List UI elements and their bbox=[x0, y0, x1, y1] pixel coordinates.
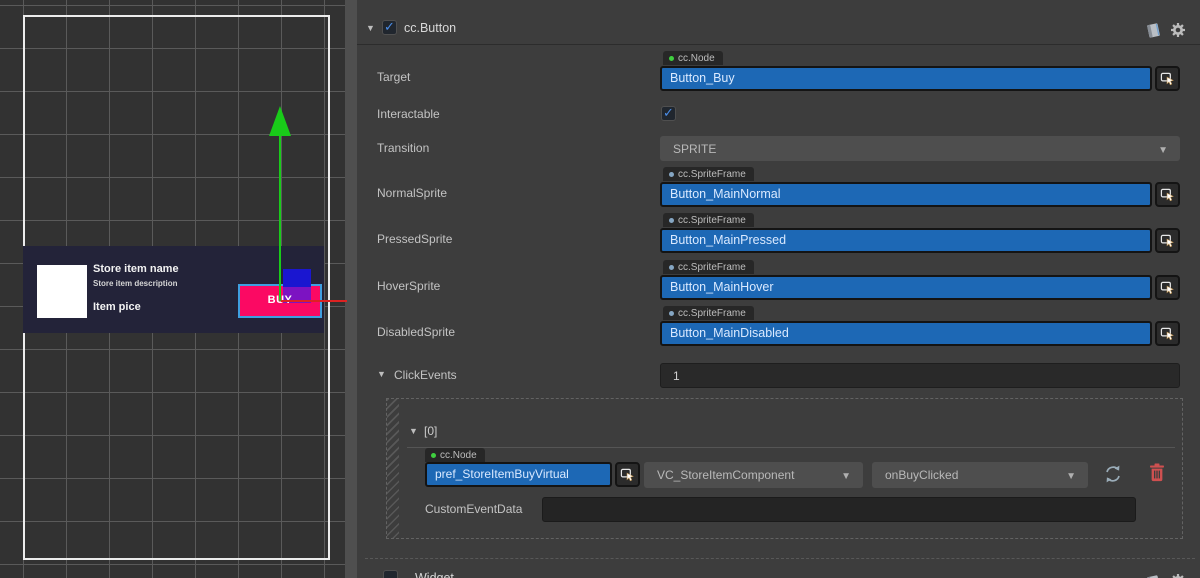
label-normal-sprite: NormalSprite bbox=[377, 186, 447, 200]
overlay-blue-rect bbox=[283, 269, 311, 287]
next-component-enabled-checkbox[interactable] bbox=[383, 570, 398, 578]
cocos-editor: Store item name Store item description I… bbox=[0, 0, 1200, 578]
node-type-dot-icon bbox=[431, 453, 436, 458]
item-price-text: Item pice bbox=[93, 301, 141, 313]
label-pressed-sprite: PressedSprite bbox=[377, 232, 452, 246]
type-tag-text: cc.SpriteFrame bbox=[678, 169, 746, 180]
spriteframe-type-dot-icon bbox=[669, 311, 674, 316]
spriteframe-type-dot-icon bbox=[669, 172, 674, 177]
event-collapse-arrow-icon[interactable] bbox=[409, 426, 418, 436]
gizmo-y-axis-handle[interactable] bbox=[279, 136, 281, 301]
label-custom-event-data: CustomEventData bbox=[425, 502, 522, 516]
spriteframe-type-dot-icon bbox=[669, 218, 674, 223]
store-item-description-text: Store item description bbox=[93, 279, 177, 288]
type-tag-spriteframe: cc.SpriteFrame bbox=[663, 213, 754, 227]
scene-view[interactable]: Store item name Store item description I… bbox=[0, 0, 347, 578]
event-handler-value: onBuyClicked bbox=[885, 468, 958, 482]
gear-icon[interactable] bbox=[1170, 573, 1187, 578]
type-tag-text: cc.Node bbox=[440, 450, 477, 461]
type-tag-text: cc.Node bbox=[678, 53, 715, 64]
disabled-sprite-field[interactable]: Button_MainDisabled bbox=[660, 321, 1180, 346]
component-enabled-checkbox[interactable] bbox=[382, 20, 397, 35]
target-reference-field[interactable]: Button_Buy bbox=[660, 66, 1180, 91]
click-event-0-group: [0] cc.Node pref_StoreItemBuyVirtual VC_… bbox=[386, 398, 1183, 539]
disabled-sprite-value[interactable]: Button_MainDisabled bbox=[660, 321, 1152, 346]
inspector-panel: cc.Button Target cc.Node Button_Buy Inte… bbox=[357, 0, 1200, 578]
chevron-down-icon bbox=[1066, 468, 1076, 482]
node-picker-button[interactable] bbox=[615, 462, 640, 487]
normal-sprite-value[interactable]: Button_MainNormal bbox=[660, 182, 1152, 207]
event-separator bbox=[407, 447, 1175, 448]
hover-sprite-field[interactable]: Button_MainHover bbox=[660, 275, 1180, 300]
store-item-name-text: Store item name bbox=[93, 263, 179, 275]
label-transition: Transition bbox=[377, 141, 429, 155]
event-handler-select[interactable]: onBuyClicked bbox=[872, 462, 1088, 488]
label-hover-sprite: HoverSprite bbox=[377, 279, 440, 293]
chevron-down-icon bbox=[841, 468, 851, 482]
pressed-sprite-value[interactable]: Button_MainPressed bbox=[660, 228, 1152, 253]
chevron-down-icon bbox=[1158, 142, 1168, 156]
label-interactable: Interactable bbox=[377, 107, 440, 121]
normal-sprite-field[interactable]: Button_MainNormal bbox=[660, 182, 1180, 207]
type-tag-spriteframe: cc.SpriteFrame bbox=[663, 167, 754, 181]
interactable-checkbox[interactable] bbox=[661, 106, 676, 121]
target-value[interactable]: Button_Buy bbox=[660, 66, 1152, 91]
pressed-sprite-field[interactable]: Button_MainPressed bbox=[660, 228, 1180, 253]
spriteframe-picker-button[interactable] bbox=[1155, 321, 1180, 346]
next-component-title: Widget bbox=[415, 571, 454, 578]
spriteframe-picker-button[interactable] bbox=[1155, 182, 1180, 207]
type-tag-text: cc.SpriteFrame bbox=[678, 308, 746, 319]
label-disabled-sprite: DisabledSprite bbox=[377, 325, 455, 339]
click-events-count: 1 bbox=[673, 369, 680, 383]
type-tag-text: cc.SpriteFrame bbox=[678, 215, 746, 226]
label-target: Target bbox=[377, 70, 410, 84]
gear-icon[interactable] bbox=[1170, 22, 1187, 39]
gizmo-y-axis-arrowhead[interactable] bbox=[269, 106, 291, 136]
event-node-value[interactable]: pref_StoreItemBuyVirtual bbox=[425, 462, 612, 487]
docs-book-icon[interactable] bbox=[1145, 574, 1162, 578]
type-tag-spriteframe: cc.SpriteFrame bbox=[663, 306, 754, 320]
type-tag-node: cc.Node bbox=[663, 51, 723, 65]
panel-splitter[interactable] bbox=[345, 0, 357, 578]
clickevents-collapse-arrow-icon[interactable] bbox=[377, 369, 386, 379]
click-events-count-field[interactable]: 1 bbox=[660, 363, 1180, 388]
event-component-select[interactable]: VC_StoreItemComponent bbox=[644, 462, 863, 488]
type-tag-node: cc.Node bbox=[425, 448, 485, 462]
component-title: cc.Button bbox=[404, 21, 456, 35]
hover-sprite-value[interactable]: Button_MainHover bbox=[660, 275, 1152, 300]
docs-book-icon[interactable] bbox=[1145, 22, 1162, 39]
event-index-label: [0] bbox=[424, 424, 437, 438]
spriteframe-picker-button[interactable] bbox=[1155, 275, 1180, 300]
spriteframe-picker-button[interactable] bbox=[1155, 228, 1180, 253]
node-type-dot-icon bbox=[669, 56, 674, 61]
type-tag-spriteframe: cc.SpriteFrame bbox=[663, 260, 754, 274]
refresh-icon[interactable] bbox=[1103, 464, 1123, 484]
custom-event-data-input[interactable] bbox=[542, 497, 1136, 522]
collapse-arrow-icon[interactable] bbox=[366, 23, 375, 33]
event-node-field[interactable]: pref_StoreItemBuyVirtual bbox=[425, 462, 640, 487]
delete-event-trash-icon[interactable] bbox=[1149, 463, 1165, 482]
type-tag-text: cc.SpriteFrame bbox=[678, 262, 746, 273]
component-divider bbox=[365, 558, 1195, 559]
event-component-value: VC_StoreItemComponent bbox=[657, 468, 794, 482]
group-hatch-decoration bbox=[387, 399, 399, 538]
spriteframe-type-dot-icon bbox=[669, 265, 674, 270]
component-header-button: cc.Button bbox=[357, 0, 1200, 45]
label-click-events: ClickEvents bbox=[394, 368, 457, 382]
item-image-placeholder bbox=[37, 265, 87, 318]
gizmo-x-axis-handle[interactable] bbox=[281, 300, 347, 302]
transition-select[interactable]: SPRITE bbox=[660, 136, 1180, 161]
transition-value: SPRITE bbox=[673, 142, 716, 156]
node-picker-button[interactable] bbox=[1155, 66, 1180, 91]
